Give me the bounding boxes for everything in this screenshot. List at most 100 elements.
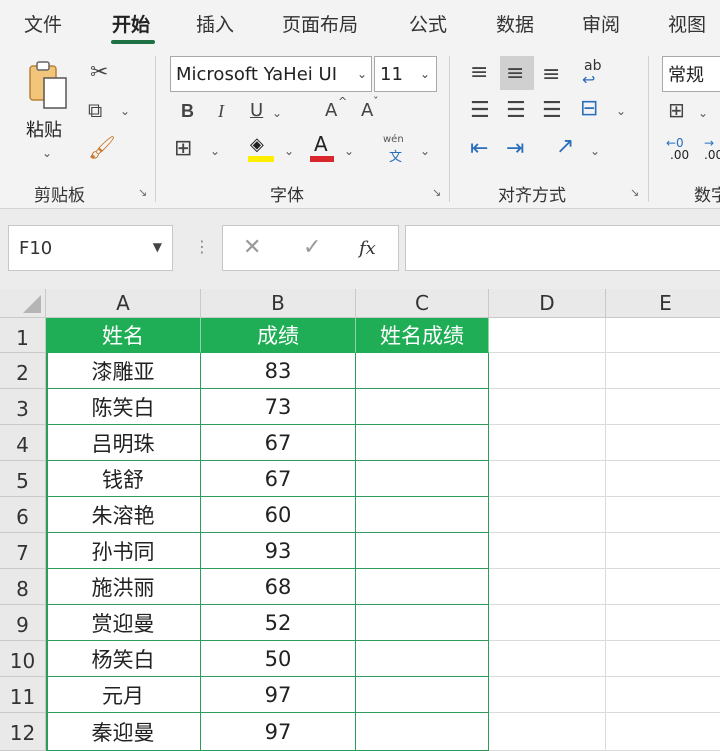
clipboard-launcher-icon[interactable]: ↘ — [138, 186, 147, 199]
name-cell[interactable]: 杨笑白 — [46, 641, 201, 677]
paste-button[interactable]: 粘贴 ⌄ — [22, 60, 74, 170]
tab-page-layout[interactable]: 页面布局 — [282, 10, 358, 37]
name-box[interactable]: F10 ▼ — [8, 225, 173, 271]
cell-d1[interactable] — [489, 318, 606, 353]
tab-insert[interactable]: 插入 — [196, 10, 234, 37]
name-score-cell[interactable] — [356, 533, 489, 569]
tab-data[interactable]: 数据 — [496, 10, 534, 37]
name-cell[interactable]: 吕明珠 — [46, 425, 201, 461]
paste-dropdown-icon[interactable]: ⌄ — [42, 146, 52, 160]
increase-font-size-button[interactable]: A — [325, 102, 337, 120]
borders-icon[interactable]: ⊞ — [174, 138, 192, 160]
row-header[interactable]: 4 — [0, 425, 46, 461]
wrap-text-button[interactable]: ab ↩ — [580, 58, 612, 90]
copy-icon[interactable]: ⧉ — [88, 100, 102, 120]
score-cell[interactable]: 97 — [201, 677, 356, 713]
cell-d[interactable] — [489, 497, 606, 533]
column-header-a[interactable]: A — [46, 289, 201, 318]
name-cell[interactable]: 漆雕亚 — [46, 353, 201, 389]
align-center-icon[interactable]: ☰ — [506, 100, 526, 122]
header-cell-name[interactable]: 姓名 — [46, 318, 201, 353]
merge-center-icon[interactable]: ⊟ — [580, 98, 598, 120]
borders-dropdown-icon[interactable]: ⌄ — [210, 144, 220, 158]
row-header[interactable]: 8 — [0, 569, 46, 605]
score-cell[interactable]: 73 — [201, 389, 356, 425]
score-cell[interactable]: 50 — [201, 641, 356, 677]
name-cell[interactable]: 陈笑白 — [46, 389, 201, 425]
name-cell[interactable]: 施洪丽 — [46, 569, 201, 605]
cell-d[interactable] — [489, 641, 606, 677]
column-header-c[interactable]: C — [356, 289, 489, 318]
cell-e[interactable] — [606, 713, 720, 751]
merge-dropdown-icon[interactable]: ⌄ — [616, 104, 626, 118]
row-header[interactable]: 3 — [0, 389, 46, 425]
column-header-b[interactable]: B — [201, 289, 356, 318]
header-cell-name-score[interactable]: 姓名成绩 — [356, 318, 489, 353]
row-header[interactable]: 5 — [0, 461, 46, 497]
decrease-decimal-button[interactable]: → .00 — [704, 136, 720, 166]
row-header[interactable]: 10 — [0, 641, 46, 677]
select-all-button[interactable] — [0, 289, 46, 318]
cell-e[interactable] — [606, 389, 720, 425]
column-header-d[interactable]: D — [489, 289, 606, 318]
phonetic-button[interactable]: wén 文 — [383, 134, 413, 165]
increase-indent-icon[interactable]: ⇥ — [506, 138, 524, 160]
italic-button[interactable]: I — [218, 102, 224, 120]
score-cell[interactable]: 52 — [201, 605, 356, 641]
copy-dropdown-icon[interactable]: ⌄ — [120, 104, 130, 118]
score-cell[interactable]: 60 — [201, 497, 356, 533]
decrease-font-size-button[interactable]: A — [361, 102, 373, 120]
tab-file[interactable]: 文件 — [24, 10, 62, 37]
cell-e[interactable] — [606, 461, 720, 497]
underline-dropdown-icon[interactable]: ⌄ — [272, 106, 282, 120]
cell-d[interactable] — [489, 461, 606, 497]
accounting-format-icon[interactable]: ⊞ — [668, 100, 685, 120]
cell-d[interactable] — [489, 677, 606, 713]
cell-d[interactable] — [489, 713, 606, 751]
name-score-cell[interactable] — [356, 641, 489, 677]
decrease-indent-icon[interactable]: ⇤ — [470, 138, 488, 160]
name-cell[interactable]: 朱溶艳 — [46, 497, 201, 533]
column-header-e[interactable]: E — [606, 289, 720, 318]
fill-color-button[interactable]: ◈ — [248, 134, 276, 164]
score-cell[interactable]: 83 — [201, 353, 356, 389]
cell-d[interactable] — [489, 353, 606, 389]
name-score-cell[interactable] — [356, 713, 489, 751]
score-cell[interactable]: 97 — [201, 713, 356, 751]
cell-e1[interactable] — [606, 318, 720, 353]
orientation-dropdown-icon[interactable]: ⌄ — [590, 144, 600, 158]
cell-d[interactable] — [489, 569, 606, 605]
chevron-down-icon[interactable]: ▼ — [153, 240, 162, 254]
align-right-icon[interactable]: ☰ — [542, 100, 562, 122]
align-middle-button[interactable]: ≡ — [500, 56, 534, 90]
formula-input[interactable] — [405, 225, 720, 271]
name-score-cell[interactable] — [356, 677, 489, 713]
enter-icon[interactable]: ✓ — [303, 235, 321, 260]
font-color-button[interactable]: A — [310, 132, 336, 164]
row-header[interactable]: 2 — [0, 353, 46, 389]
name-cell[interactable]: 赏迎曼 — [46, 605, 201, 641]
name-score-cell[interactable] — [356, 497, 489, 533]
header-cell-score[interactable]: 成绩 — [201, 318, 356, 353]
font-color-dropdown-icon[interactable]: ⌄ — [344, 144, 354, 158]
cell-e[interactable] — [606, 425, 720, 461]
cell-e[interactable] — [606, 533, 720, 569]
insert-function-icon[interactable]: fx — [359, 238, 376, 259]
tab-formulas[interactable]: 公式 — [409, 10, 447, 37]
cell-d[interactable] — [489, 605, 606, 641]
name-score-cell[interactable] — [356, 461, 489, 497]
name-score-cell[interactable] — [356, 569, 489, 605]
font-name-select[interactable]: Microsoft YaHei UI ⌄ — [170, 56, 372, 92]
name-cell[interactable]: 孙书同 — [46, 533, 201, 569]
row-header[interactable]: 12 — [0, 713, 46, 751]
score-cell[interactable]: 93 — [201, 533, 356, 569]
name-score-cell[interactable] — [356, 605, 489, 641]
cut-icon[interactable]: ✂ — [90, 62, 108, 84]
cell-d[interactable] — [489, 425, 606, 461]
name-score-cell[interactable] — [356, 425, 489, 461]
name-cell[interactable]: 秦迎曼 — [46, 713, 201, 751]
align-top-icon[interactable]: ≡ — [470, 62, 488, 84]
row-header[interactable]: 9 — [0, 605, 46, 641]
cancel-icon[interactable]: ✕ — [243, 235, 261, 260]
increase-decimal-button[interactable]: ←0 .00 — [666, 136, 696, 166]
